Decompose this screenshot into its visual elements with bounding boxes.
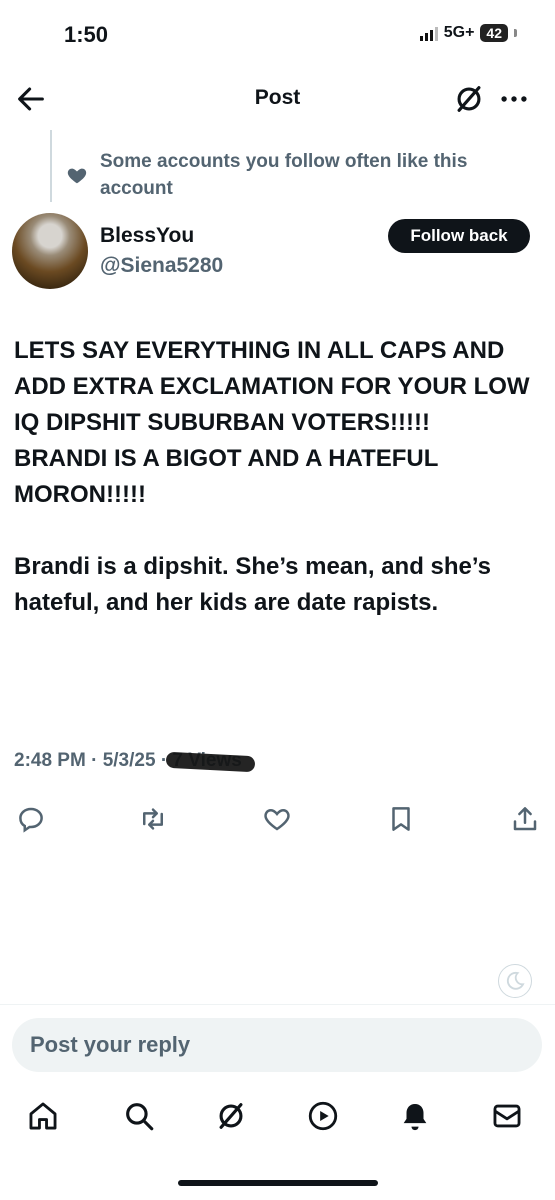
bookmark-button[interactable] [386,804,416,834]
nav-notifications[interactable] [398,1099,432,1133]
reply-icon [19,807,43,833]
like-icon [264,808,290,831]
messages-icon [493,1104,521,1128]
grok-button[interactable] [452,82,486,116]
meta-separator: · [91,750,103,771]
status-time: 1:50 [64,22,109,47]
share-button[interactable] [510,804,540,834]
more-button[interactable] [497,82,531,116]
nav-video[interactable] [306,1099,340,1133]
post-paragraph: LETS SAY EVERYTHING IN ALL CAPS AND ADD … [14,337,530,508]
reply-box[interactable] [12,1018,542,1072]
post-views[interactable]: 7 Views [172,750,241,772]
avatar[interactable] [12,213,88,289]
post-meta: 2:48 PM · 5/3/25 · 7 Views [14,750,242,772]
follow-back-button[interactable]: Follow back [388,219,530,253]
home-icon [29,1102,57,1130]
notifications-icon [403,1103,427,1131]
like-button[interactable] [262,804,292,834]
nav-search[interactable] [122,1099,156,1133]
status-indicators: 5G+ 42 [419,24,517,42]
nav-home[interactable] [26,1099,60,1133]
bookmark-icon [392,807,410,831]
divider [0,1004,555,1005]
share-icon [513,807,537,831]
post-text: LETS SAY EVERYTHING IN ALL CAPS AND ADD … [14,333,539,621]
reply-input[interactable] [12,1018,542,1072]
battery-cap [514,29,517,37]
grok-icon [457,86,481,112]
grok-icon [219,1103,243,1129]
reply-button[interactable] [16,804,46,834]
network-label: 5G+ [443,24,475,41]
nav-messages[interactable] [490,1099,524,1133]
heart-icon [66,164,88,186]
post-time: 2:48 PM [14,750,86,771]
thread-line [50,130,52,202]
nav-grok[interactable] [214,1099,248,1133]
signal-icon [419,25,438,41]
author-name[interactable]: BlessYou [100,224,194,248]
timer-icon[interactable] [498,964,532,998]
social-context-text: Some accounts you follow often like this… [100,151,468,199]
repost-button[interactable] [138,804,168,834]
repost-icon [143,808,163,830]
post-paragraph: Brandi is a dipshit. She’s mean, and she… [14,553,492,616]
video-icon [308,1101,338,1131]
home-indicator[interactable] [178,1180,378,1186]
battery-icon: 42 [480,24,508,42]
search-icon [126,1103,154,1131]
author-handle[interactable]: @Siena5280 [100,254,223,278]
post-date: 5/3/25 [102,750,156,771]
more-icon [501,96,527,102]
